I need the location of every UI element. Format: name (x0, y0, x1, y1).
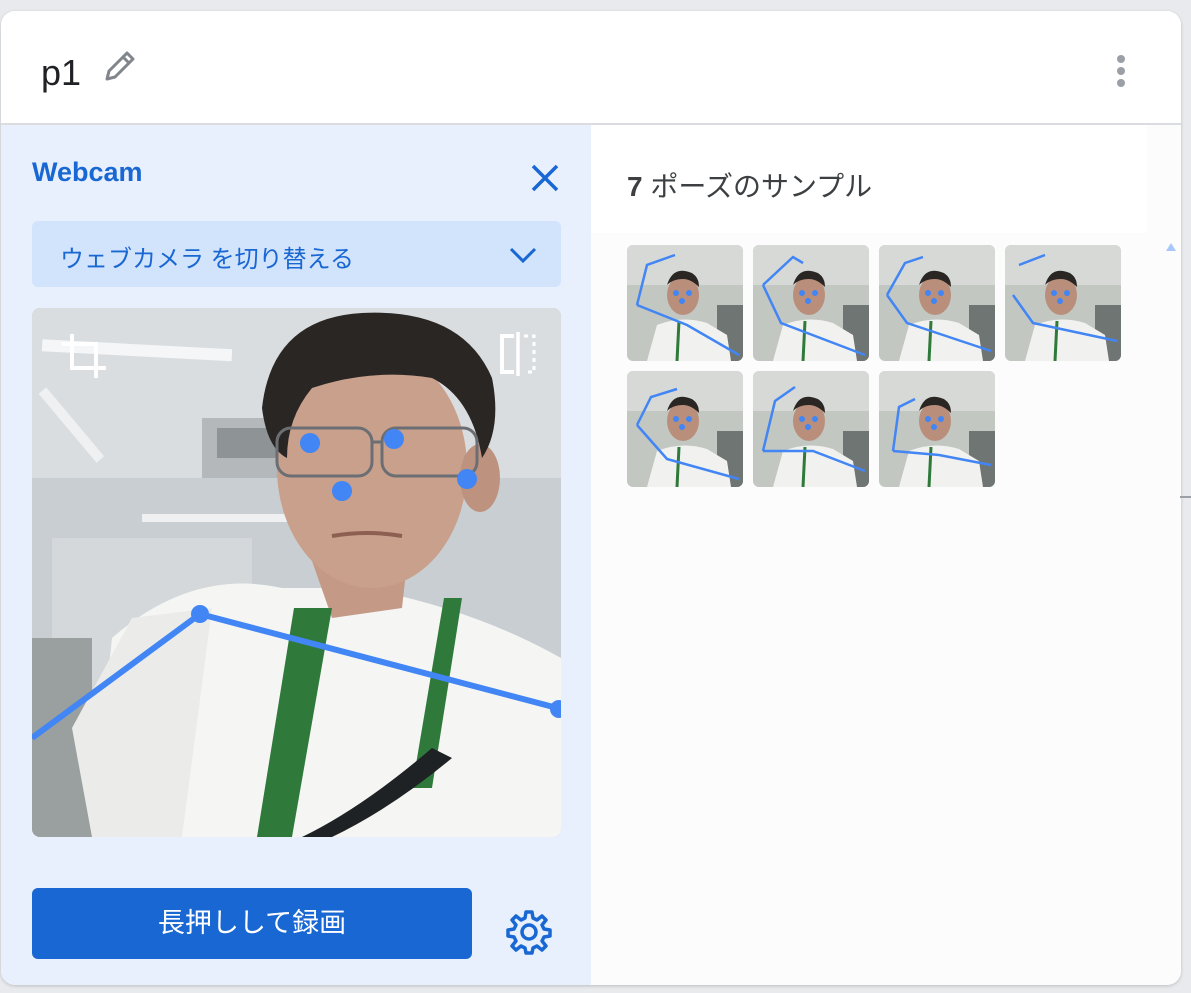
scroll-up-arrow[interactable] (1165, 239, 1177, 251)
samples-count: 7 (627, 171, 643, 202)
sample-thumbnail[interactable] (627, 371, 743, 487)
crop-icon[interactable] (60, 332, 108, 380)
pencil-icon[interactable] (101, 47, 139, 85)
chevron-down-icon (507, 239, 539, 271)
webcam-feed (32, 308, 561, 837)
switch-webcam-dropdown[interactable]: ウェブカメラ を切り替える (32, 221, 561, 287)
sample-thumbnail[interactable] (627, 245, 743, 361)
sample-thumbnail[interactable] (753, 371, 869, 487)
class-name[interactable]: p1 (41, 51, 81, 95)
more-vert-icon[interactable] (1107, 51, 1135, 91)
webcam-title: Webcam (32, 157, 143, 187)
samples-title: 7 ポーズのサンプル (627, 165, 872, 205)
hold-to-record-button[interactable]: 長押しして録画 (32, 888, 472, 959)
sample-thumbnail[interactable] (879, 371, 995, 487)
sample-thumbnail[interactable] (879, 245, 995, 361)
flip-icon[interactable] (498, 332, 538, 376)
webcam-panel: Webcam ウェブカメラ を切り替える 長押しして録画 (1, 125, 591, 985)
switch-webcam-label: ウェブカメラ を切り替える (60, 246, 354, 273)
samples-panel: 7 ポーズのサンプル (591, 125, 1181, 985)
close-icon[interactable] (527, 160, 563, 196)
class-card: p1 Webcam ウェブカメラ を切り替える 長押しして録画 7 ポーズのサン… (1, 11, 1181, 985)
samples-label: ポーズのサンプル (650, 171, 873, 202)
sample-thumbnail[interactable] (1005, 245, 1121, 361)
webcam-preview (32, 308, 561, 837)
samples-header: 7 ポーズのサンプル (591, 125, 1147, 233)
divider (1180, 496, 1191, 498)
card-header: p1 (1, 11, 1181, 125)
gear-icon[interactable] (506, 909, 552, 955)
sample-thumbnail[interactable] (753, 245, 869, 361)
